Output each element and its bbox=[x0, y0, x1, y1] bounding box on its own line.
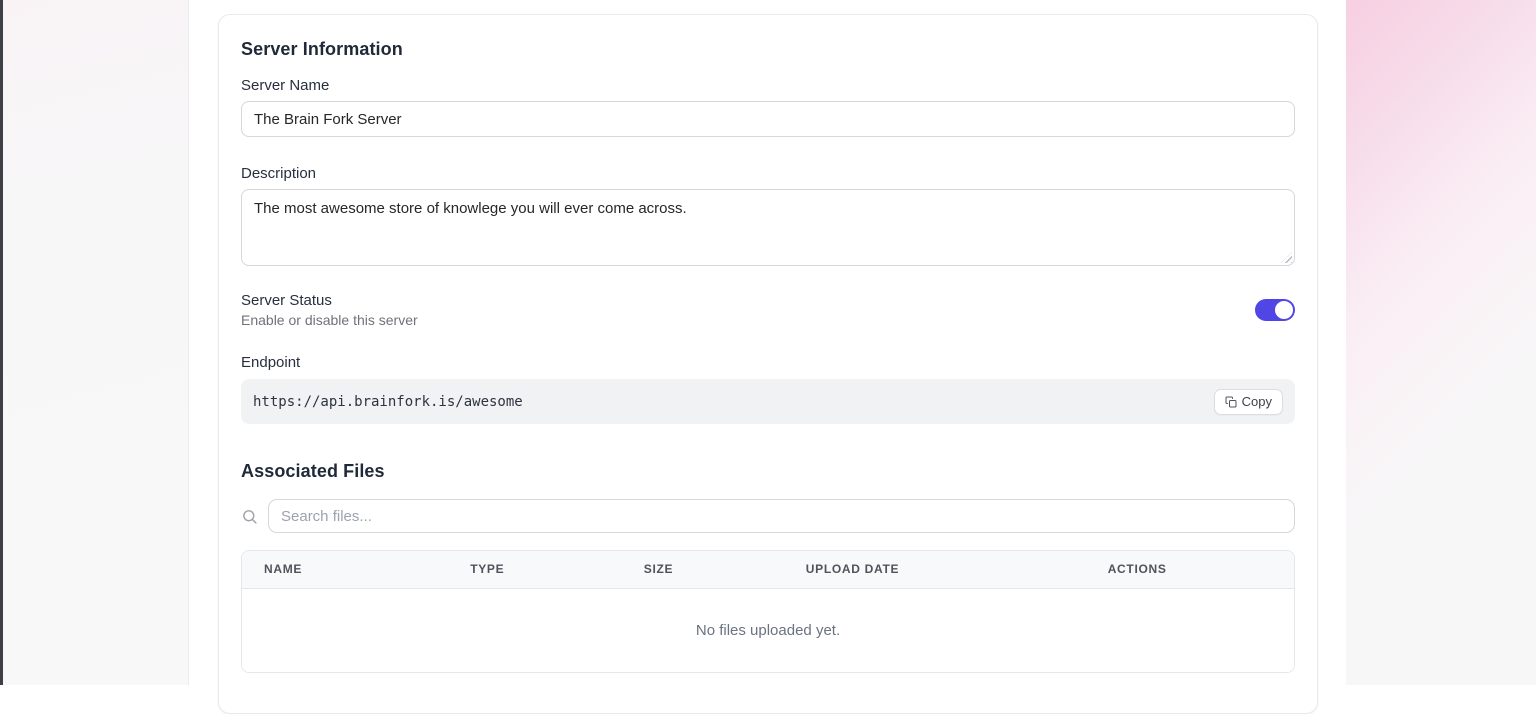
copy-endpoint-button[interactable]: Copy bbox=[1214, 389, 1283, 415]
column-header-actions: ACTIONS bbox=[1086, 551, 1294, 588]
server-status-toggle[interactable] bbox=[1255, 299, 1295, 321]
associated-files-title: Associated Files bbox=[241, 461, 1295, 482]
search-icon bbox=[241, 508, 258, 525]
column-header-upload-date: UPLOAD DATE bbox=[784, 551, 1086, 588]
search-files-input[interactable] bbox=[268, 499, 1295, 533]
server-status-text: Server Status Enable or disable this ser… bbox=[241, 292, 418, 328]
server-status-label: Server Status bbox=[241, 292, 418, 309]
server-status-help: Enable or disable this server bbox=[241, 312, 418, 328]
server-settings-card: Server Information Server Name Descripti… bbox=[218, 14, 1318, 714]
main-content-area: Server Information Server Name Descripti… bbox=[190, 0, 1346, 685]
server-information-title: Server Information bbox=[241, 39, 1295, 60]
copy-button-label: Copy bbox=[1242, 394, 1272, 409]
toggle-knob bbox=[1275, 301, 1293, 319]
endpoint-label: Endpoint bbox=[241, 354, 1295, 371]
files-table-container: NAME TYPE SIZE UPLOAD DATE ACTIONS No fi… bbox=[241, 550, 1295, 673]
column-header-type: TYPE bbox=[448, 551, 622, 588]
column-header-name: NAME bbox=[242, 551, 448, 588]
files-table: NAME TYPE SIZE UPLOAD DATE ACTIONS No fi… bbox=[242, 551, 1294, 672]
right-background-gradient bbox=[1346, 0, 1536, 685]
column-header-size: SIZE bbox=[622, 551, 784, 588]
server-name-input[interactable] bbox=[241, 101, 1295, 137]
files-table-header-row: NAME TYPE SIZE UPLOAD DATE ACTIONS bbox=[242, 551, 1294, 588]
copy-icon bbox=[1225, 396, 1237, 408]
description-label: Description bbox=[241, 165, 1295, 182]
empty-state-message: No files uploaded yet. bbox=[242, 588, 1294, 672]
description-textarea[interactable]: The most awesome store of knowlege you w… bbox=[241, 189, 1295, 266]
endpoint-url: https://api.brainfork.is/awesome bbox=[253, 394, 523, 410]
empty-state-row: No files uploaded yet. bbox=[242, 588, 1294, 672]
endpoint-box: https://api.brainfork.is/awesome Copy bbox=[241, 379, 1295, 424]
server-name-label: Server Name bbox=[241, 77, 1295, 94]
left-background-panel bbox=[3, 0, 189, 685]
server-status-row: Server Status Enable or disable this ser… bbox=[241, 292, 1295, 328]
file-search-row bbox=[241, 499, 1295, 533]
